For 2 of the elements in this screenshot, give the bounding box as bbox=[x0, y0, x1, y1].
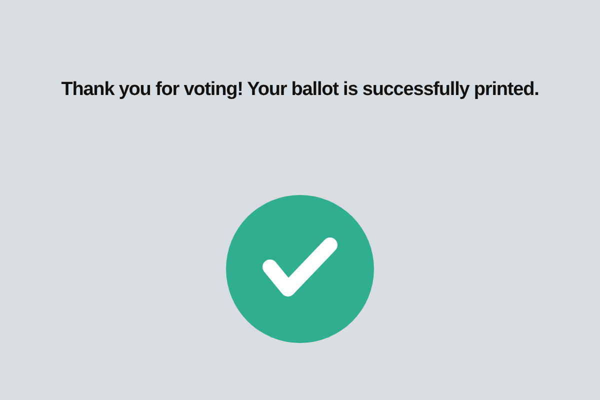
confirmation-message: Thank you for voting! Your ballot is successfully printed. bbox=[61, 78, 539, 102]
checkmark-icon bbox=[226, 194, 374, 342]
